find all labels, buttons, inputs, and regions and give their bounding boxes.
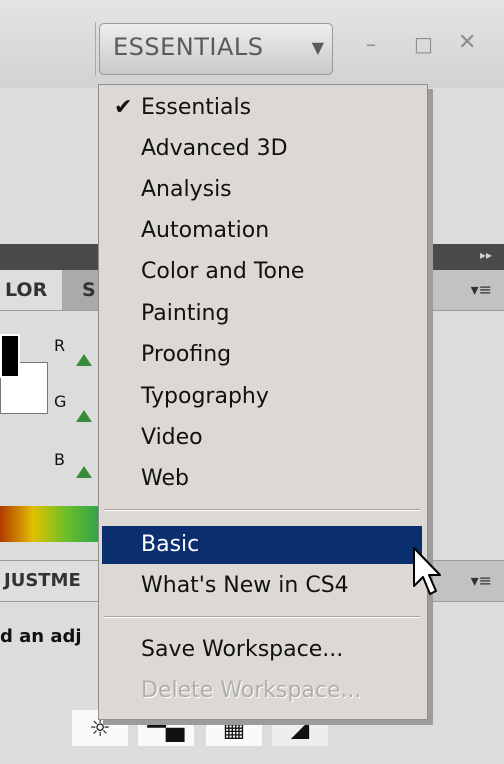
menu-item-automation[interactable]: Automation [102,212,422,250]
tab-swatches[interactable]: S [62,270,102,310]
menu-item-save-workspace[interactable]: Save Workspace... [102,631,422,669]
menu-item-delete-workspace: Delete Workspace... [102,672,422,710]
foreground-color-swatch[interactable] [0,334,20,378]
menu-item-essentials[interactable]: ✔ Essentials [102,89,422,127]
menu-item-web[interactable]: Web [102,460,422,498]
menu-item-label: Typography [141,384,269,409]
menu-item-basic[interactable]: Basic [102,526,422,564]
menu-item-label: Analysis [141,177,232,202]
panel-menu-icon[interactable]: ▾≡ [471,571,492,590]
menu-item-label: Advanced 3D [141,136,288,161]
menu-item-advanced-3d[interactable]: Advanced 3D [102,130,422,168]
mouse-pointer-icon [413,547,441,595]
tab-color[interactable]: LOR [0,270,62,310]
color-spectrum-bar[interactable] [0,506,100,542]
menu-divider [104,509,420,511]
collapse-panels-icon[interactable]: ▸▸ [480,248,492,262]
minimize-icon[interactable]: – [366,32,376,56]
workspace-switcher-button[interactable]: ESSENTIALS ▼ [99,23,333,75]
channel-label-b: B [54,450,65,469]
menu-divider [104,616,420,618]
menu-item-analysis[interactable]: Analysis [102,171,422,209]
channel-label-g: G [54,392,67,411]
menu-item-whats-new-in-cs4[interactable]: What's New in CS4 [102,567,422,605]
menu-item-label: Delete Workspace... [141,678,362,703]
menu-item-label: Color and Tone [141,259,305,284]
checkmark-icon: ✔ [114,95,133,120]
menu-item-typography[interactable]: Typography [102,378,422,416]
panel-menu-icon[interactable]: ▾≡ [471,280,492,299]
menu-item-label: Automation [141,218,270,243]
menu-item-label: Proofing [141,342,232,367]
toolbar-separator [95,22,96,76]
adjustments-instruction-text: d an adj [0,626,82,647]
menu-item-label: Save Workspace... [141,637,344,662]
menu-item-video[interactable]: Video [102,419,422,457]
menu-item-label: What's New in CS4 [141,573,349,598]
menu-item-label: Painting [141,301,230,326]
application-bar: ESSENTIALS ▼ – □ ✕ [0,0,504,89]
maximize-icon[interactable]: □ [414,32,433,56]
workspace-menu: ✔ Essentials Advanced 3D Analysis Automa… [98,84,428,720]
tab-adjustments[interactable]: JUSTME [0,561,100,601]
menu-item-painting[interactable]: Painting [102,295,422,333]
menu-item-label: Web [141,466,189,491]
menu-item-color-and-tone[interactable]: Color and Tone [102,253,422,291]
channel-label-r: R [54,336,66,355]
g-slider-thumb[interactable] [76,410,92,422]
close-icon[interactable]: ✕ [458,30,476,55]
menu-item-proofing[interactable]: Proofing [102,336,422,374]
workspace-switcher-label: ESSENTIALS [113,33,264,61]
menu-item-label: Basic [141,532,200,557]
b-slider-thumb[interactable] [76,466,92,478]
r-slider-thumb[interactable] [76,354,92,366]
chevron-down-icon: ▼ [311,38,324,57]
menu-item-label: Video [141,425,203,450]
menu-item-label: Essentials [141,95,252,120]
